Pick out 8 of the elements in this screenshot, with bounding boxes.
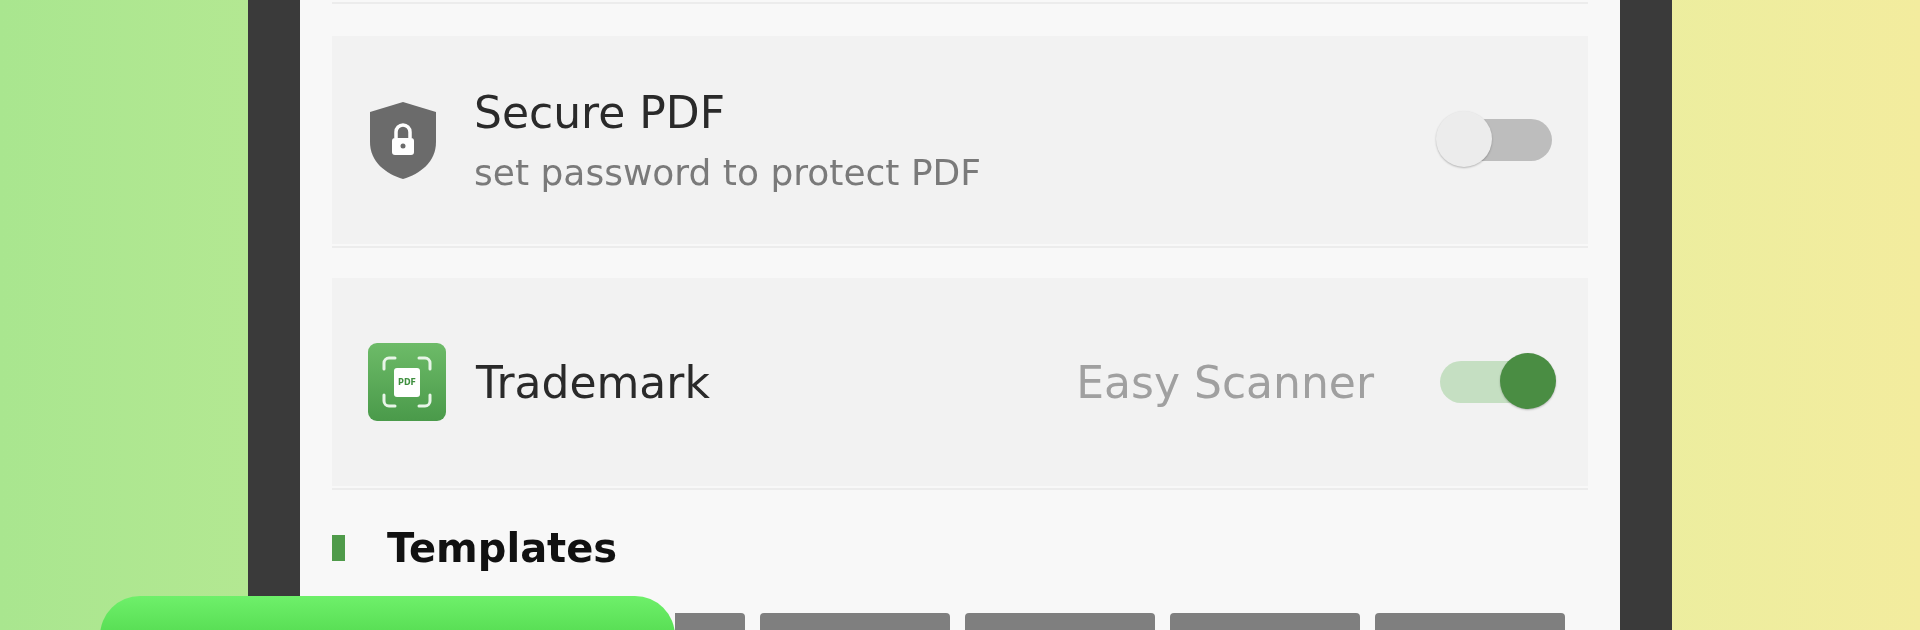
section-title: Templates <box>387 525 618 571</box>
setting-title: Trademark <box>476 356 711 408</box>
shield-lock-icon <box>368 100 438 180</box>
setting-title: Secure PDF <box>474 87 726 138</box>
setting-value: Easy Scanner <box>1076 356 1374 408</box>
setting-description: set password to protect PDF <box>474 152 983 193</box>
app-logo-icon: PDF <box>368 343 446 421</box>
section-marker <box>332 535 345 561</box>
